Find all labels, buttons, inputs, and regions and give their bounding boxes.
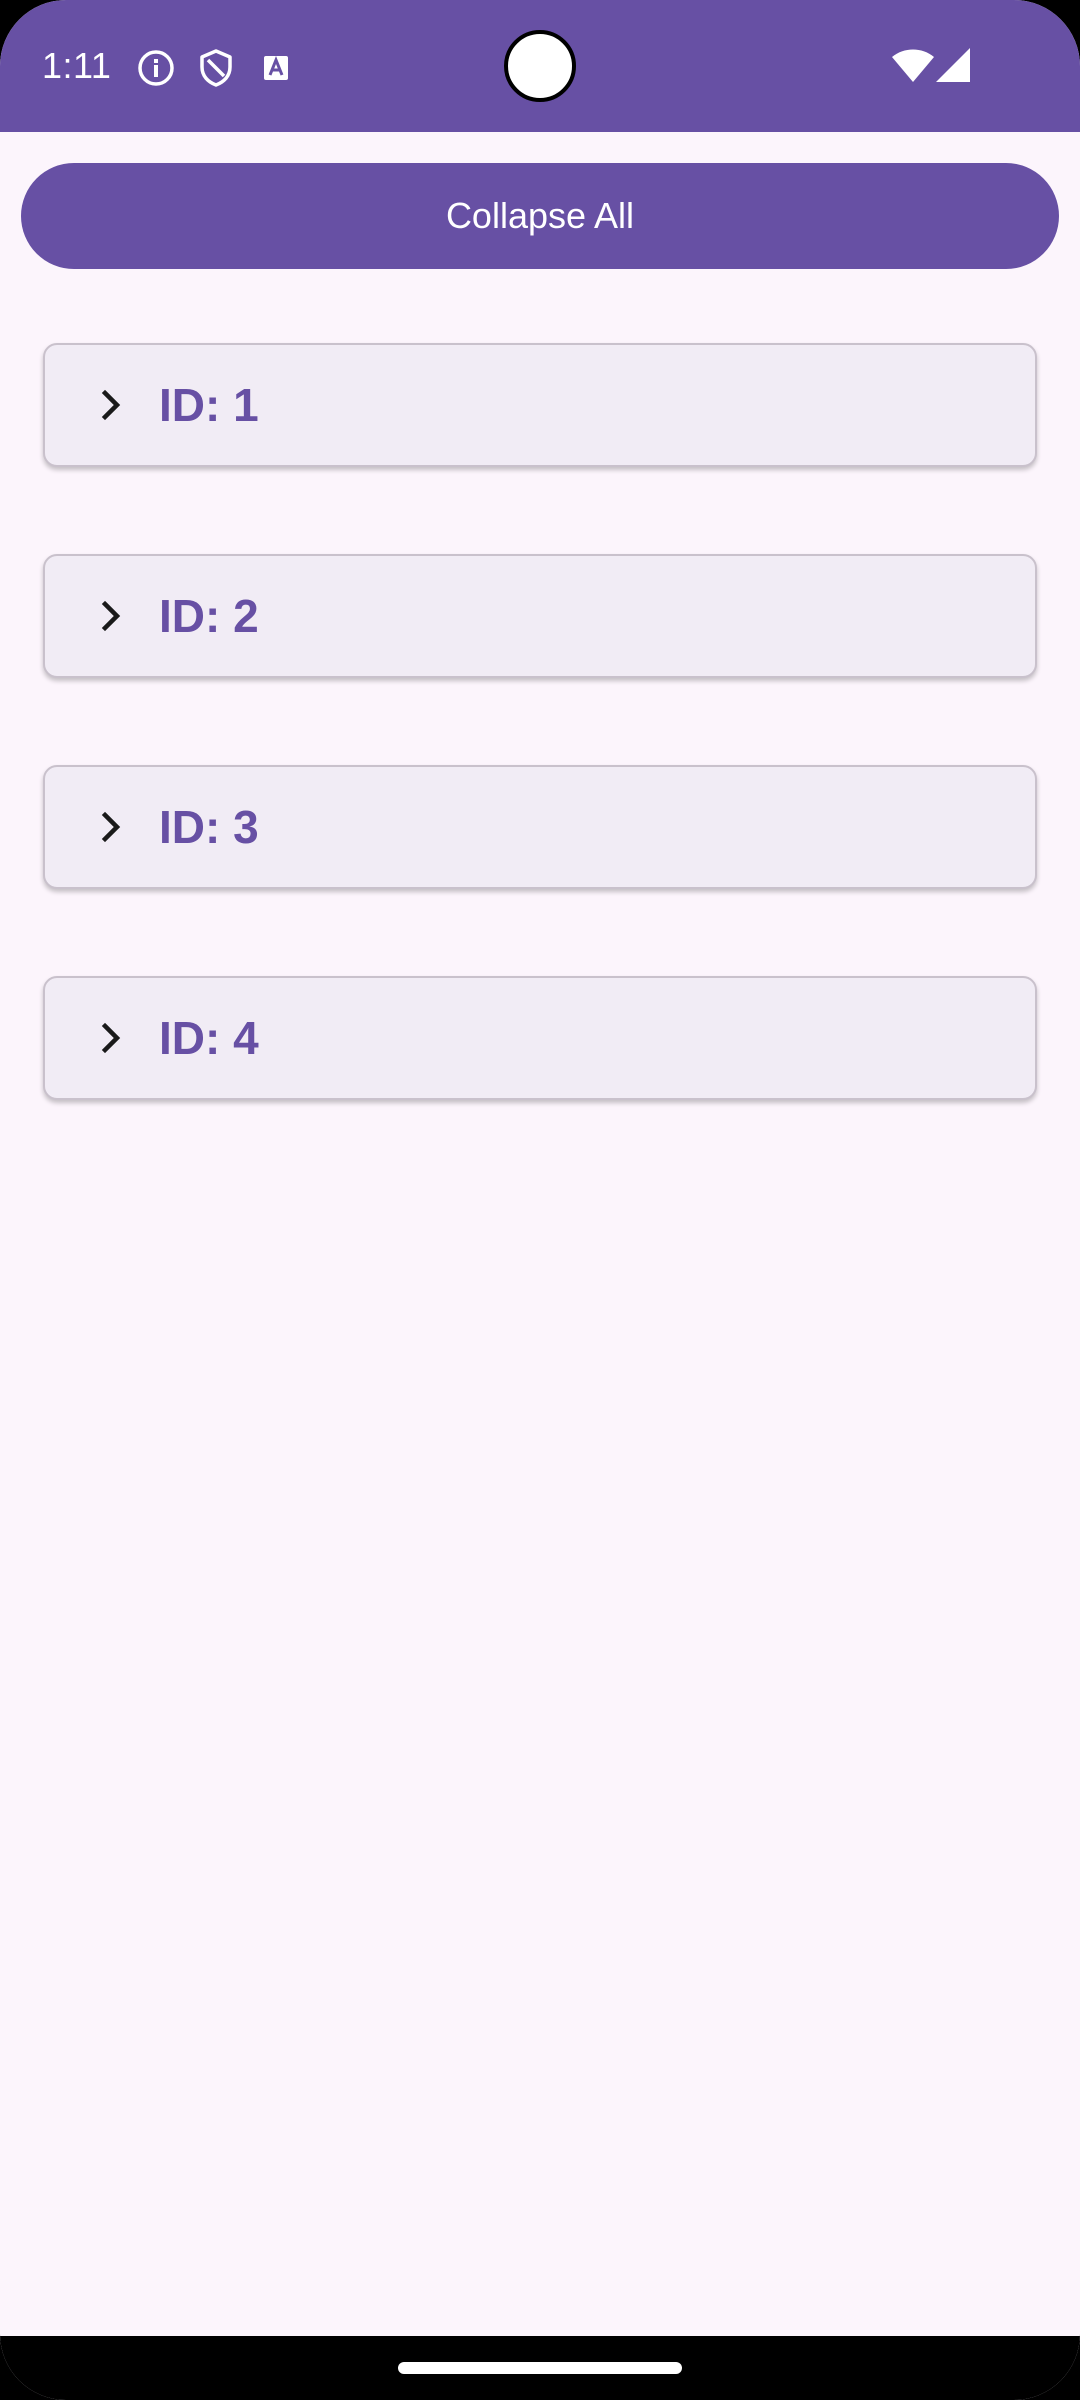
list-item-id-2[interactable]: ID: 2 — [43, 554, 1037, 678]
list-item-id-1[interactable]: ID: 1 — [43, 343, 1037, 467]
item-label: ID: 4 — [159, 1012, 259, 1064]
signal-icon — [934, 46, 974, 86]
status-bar: 1:11 — [0, 0, 1080, 132]
item-label: ID: 3 — [159, 801, 259, 853]
list-item-id-3[interactable]: ID: 3 — [43, 765, 1037, 889]
camera-cutout — [504, 30, 576, 102]
text-a-icon — [256, 48, 296, 88]
chevron-right-icon[interactable] — [91, 596, 131, 636]
list-item-id-4[interactable]: ID: 4 — [43, 976, 1037, 1100]
collapse-all-button[interactable]: Collapse All — [21, 163, 1059, 269]
screen: 1:11 Collapse All ID: 1 ID: 2 ID: 3 ID: … — [0, 0, 1080, 2400]
chevron-right-icon[interactable] — [91, 807, 131, 847]
home-handle[interactable] — [398, 2362, 682, 2374]
info-icon — [136, 48, 176, 88]
wifi-icon — [890, 46, 936, 86]
item-label: ID: 2 — [159, 590, 259, 642]
chevron-right-icon[interactable] — [91, 1018, 131, 1058]
item-label: ID: 1 — [159, 379, 259, 431]
status-time: 1:11 — [42, 45, 112, 86]
shield-icon — [196, 48, 236, 88]
chevron-right-icon[interactable] — [91, 385, 131, 425]
